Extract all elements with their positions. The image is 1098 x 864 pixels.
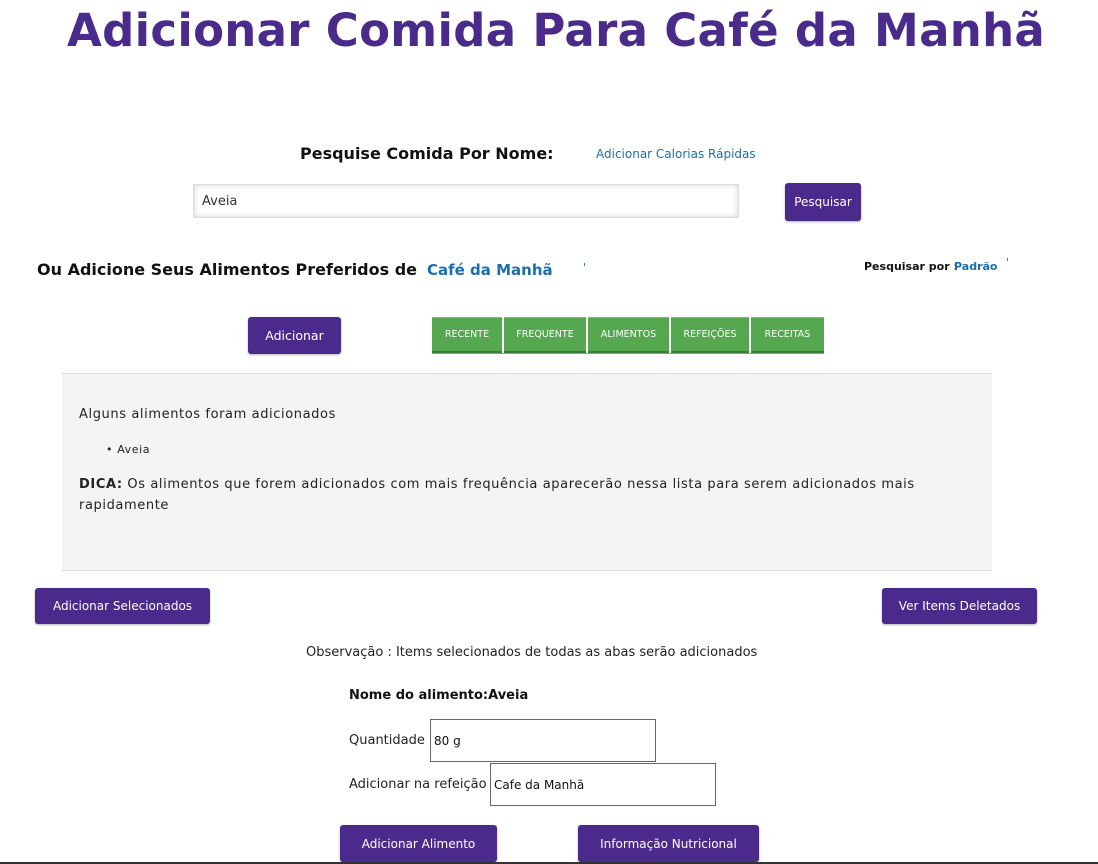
tip-text: DICA: Os alimentos que forem adicionados… (79, 474, 959, 516)
favorites-label: Ou Adicione Seus Alimentos Preferidos de (37, 260, 418, 279)
tab-recent[interactable]: RECENTE (432, 317, 502, 353)
meal-field[interactable]: Cafe da Manhã (490, 763, 716, 806)
search-by-label: Pesquisar por : (864, 260, 958, 273)
panel-message: Alguns alimentos foram adicionados (79, 407, 336, 422)
search-input[interactable] (193, 184, 739, 218)
tab-meals[interactable]: REFEIÇÕES (671, 317, 749, 353)
add-food-button[interactable]: Adicionar Alimento (340, 825, 497, 862)
favorites-add-button[interactable]: Adicionar (248, 317, 341, 354)
list-item-label: Aveia (117, 443, 151, 456)
tab-panel (62, 373, 992, 571)
meal-label: Adicionar na refeição : (349, 777, 496, 792)
tip-line-2: rapidamente (79, 498, 169, 513)
quantity-field[interactable]: 80 g (430, 719, 656, 762)
dropdown-marker-icon: ' (583, 261, 587, 274)
selection-note: Observação : Items selecionados de todas… (306, 645, 758, 660)
page-title: Adicionar Comida Para Café da Manhã (67, 4, 1046, 57)
search-label: Pesquise Comida Por Nome: (300, 144, 554, 163)
tab-foods[interactable]: ALIMENTOS (588, 317, 669, 353)
favorites-meal-select[interactable]: Café da Manhã (427, 261, 553, 279)
tab-recipes[interactable]: RECEITAS (751, 317, 824, 353)
quantity-label: Quantidade : (349, 733, 434, 748)
list-item: • Aveia (106, 443, 151, 456)
view-deleted-button[interactable]: Ver Items Deletados (882, 588, 1037, 624)
search-by-select[interactable]: Padrão (954, 260, 997, 273)
nutrition-info-button[interactable]: Informação Nutricional (578, 825, 759, 862)
tab-divider (432, 353, 824, 354)
tip-label: DICA: (79, 477, 123, 492)
quick-calories-link[interactable]: Adicionar Calorias Rápidas (596, 147, 756, 161)
dropdown-marker-icon: ' (1006, 256, 1010, 269)
add-selected-button[interactable]: Adicionar Selecionados (35, 588, 210, 624)
tip-line-1: Os alimentos que forem adicionados com m… (122, 477, 915, 492)
food-name: Nome do alimento:Aveia (349, 688, 529, 703)
search-button[interactable]: Pesquisar (785, 183, 861, 221)
tab-frequent[interactable]: FREQUENTE (504, 317, 586, 353)
